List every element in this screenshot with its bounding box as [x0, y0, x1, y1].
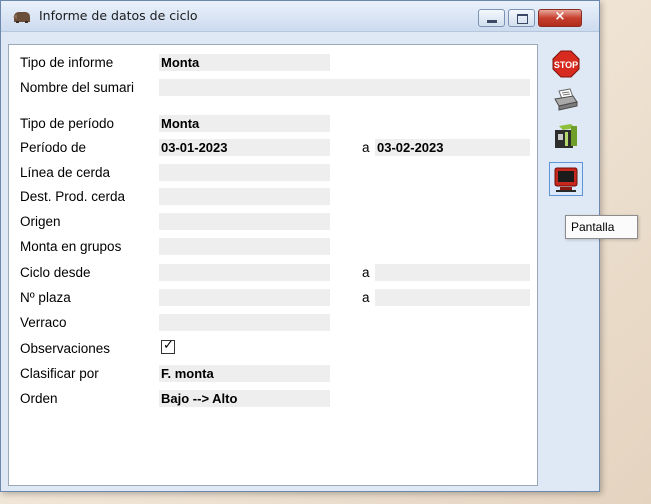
periodo-from-field[interactable]: 03-01-2023 [159, 139, 330, 156]
monta-grupos-label: Monta en grupos [20, 239, 122, 254]
plaza-a-label: a [362, 290, 370, 305]
screen-button[interactable] [549, 162, 583, 196]
nombre-sumario-label: Nombre del sumari [20, 80, 135, 95]
nombre-sumario-field[interactable] [159, 79, 530, 96]
stop-icon: STOP [552, 50, 580, 78]
tipo-informe-field[interactable]: Monta [159, 54, 330, 71]
action-toolbar: STOP [544, 44, 592, 214]
plaza-to-field[interactable] [375, 289, 530, 306]
verraco-field[interactable] [159, 314, 330, 331]
printer-icon [554, 88, 578, 111]
tipo-periodo-label: Tipo de período [20, 116, 115, 131]
linea-cerda-label: Línea de cerda [20, 165, 111, 180]
report-window: Informe de datos de ciclo × Tipo de info… [0, 0, 600, 492]
orden-field[interactable]: Bajo --> Alto [159, 390, 330, 407]
plaza-from-field[interactable] [159, 289, 330, 306]
origen-label: Origen [20, 214, 61, 229]
close-icon: × [554, 9, 566, 24]
ciclo-from-field[interactable] [159, 264, 330, 281]
observaciones-label: Observaciones [20, 341, 111, 356]
export-button[interactable] [549, 119, 583, 153]
clasificar-field[interactable]: F. monta [159, 365, 330, 382]
close-button[interactable]: × [538, 9, 582, 27]
periodo-to-field[interactable]: 03-02-2023 [375, 139, 530, 156]
title-bar[interactable]: Informe de datos de ciclo × [1, 1, 599, 32]
check-icon: ✓ [163, 338, 174, 353]
verraco-label: Verraco [20, 315, 67, 330]
observaciones-checkbox[interactable]: ✓ [161, 338, 175, 354]
origen-field[interactable] [159, 213, 330, 230]
dest-prod-cerda-label: Dest. Prod. cerda [20, 189, 126, 204]
tipo-informe-label: Tipo de informe [20, 55, 114, 70]
tipo-periodo-field[interactable]: Monta [159, 115, 330, 132]
clasificar-label: Clasificar por [20, 366, 99, 381]
minimize-icon [487, 20, 497, 23]
minimize-button[interactable] [478, 9, 505, 27]
periodo-a-label: a [362, 140, 370, 155]
dest-prod-cerda-field[interactable] [159, 188, 330, 205]
plaza-label: Nº plaza [20, 290, 71, 305]
ciclo-a-label: a [362, 265, 370, 280]
stop-button[interactable]: STOP [549, 47, 583, 81]
svg-text:STOP: STOP [554, 60, 578, 70]
print-button[interactable] [549, 83, 583, 117]
orden-label: Orden [20, 391, 58, 406]
tooltip: Pantalla [565, 215, 638, 239]
monitor-icon [554, 167, 578, 192]
maximize-button[interactable] [508, 9, 535, 27]
ciclo-label: Ciclo desde [20, 265, 91, 280]
export-icon [555, 124, 577, 148]
maximize-icon [517, 14, 528, 24]
pig-icon [12, 8, 32, 24]
periodo-label: Período de [20, 140, 87, 155]
window-title: Informe de datos de ciclo [39, 8, 198, 23]
monta-grupos-field[interactable] [159, 238, 330, 255]
linea-cerda-field[interactable] [159, 164, 330, 181]
ciclo-to-field[interactable] [375, 264, 530, 281]
